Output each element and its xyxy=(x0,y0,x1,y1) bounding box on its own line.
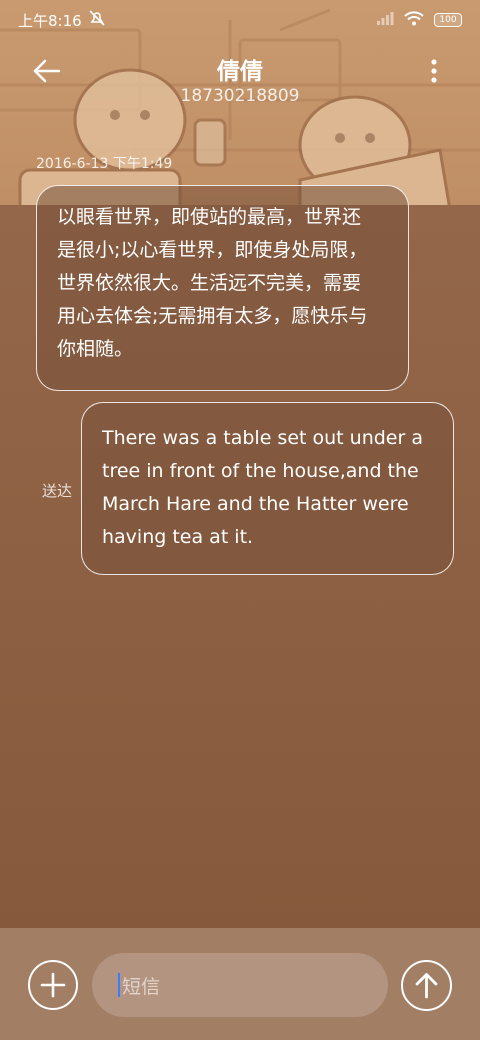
message-line: There was a table set out under a xyxy=(102,427,423,449)
delivery-status: 送达 xyxy=(42,482,73,500)
message-line: having tea at it. xyxy=(102,526,254,548)
vertical-dots-icon xyxy=(431,59,437,83)
text-caret xyxy=(118,973,120,997)
message-line: 以眼看世界，即使站的最高，世界还 xyxy=(57,206,362,228)
wifi-icon xyxy=(404,10,424,30)
incoming-message-bubble[interactable]: 以眼看世界，即使站的最高，世界还 是很小;以心看世界，即使身处局限， 世界依然很… xyxy=(36,185,409,391)
plus-icon xyxy=(40,972,66,998)
message-line: 是很小;以心看世界，即使身处局限， xyxy=(57,239,368,261)
signal-icon xyxy=(376,11,394,29)
battery-icon: 100 xyxy=(434,13,462,27)
message-line: March Hare and the Hatter were xyxy=(102,493,409,515)
add-attachment-button[interactable] xyxy=(28,960,78,1010)
contact-name: 倩倩 xyxy=(217,59,263,85)
status-bar: 上午8:16 100 xyxy=(0,0,480,40)
message-timestamp: 2016-6-13 下午1:49 xyxy=(36,156,173,172)
message-input-placeholder: 短信 xyxy=(122,975,161,998)
mute-icon xyxy=(88,9,106,31)
message-line: 世界依然很大。生活远不完美，需要 xyxy=(57,272,362,294)
message-input[interactable]: 短信 xyxy=(92,953,388,1017)
contact-phone: 18730218809 xyxy=(180,86,300,106)
outgoing-message-bubble[interactable]: There was a table set out under a tree i… xyxy=(81,402,454,575)
message-line: 你相随。 xyxy=(57,338,134,360)
status-time: 上午8:16 xyxy=(18,11,82,30)
message-line: tree in front of the house,and the xyxy=(102,460,419,482)
conversation-header: 倩倩 18730218809 xyxy=(0,42,480,112)
arrow-up-icon xyxy=(415,973,438,999)
send-button[interactable] xyxy=(401,960,452,1011)
message-line: 用心去体会;无需拥有太多，愿快乐与 xyxy=(57,305,368,327)
more-options-button[interactable] xyxy=(420,54,448,88)
